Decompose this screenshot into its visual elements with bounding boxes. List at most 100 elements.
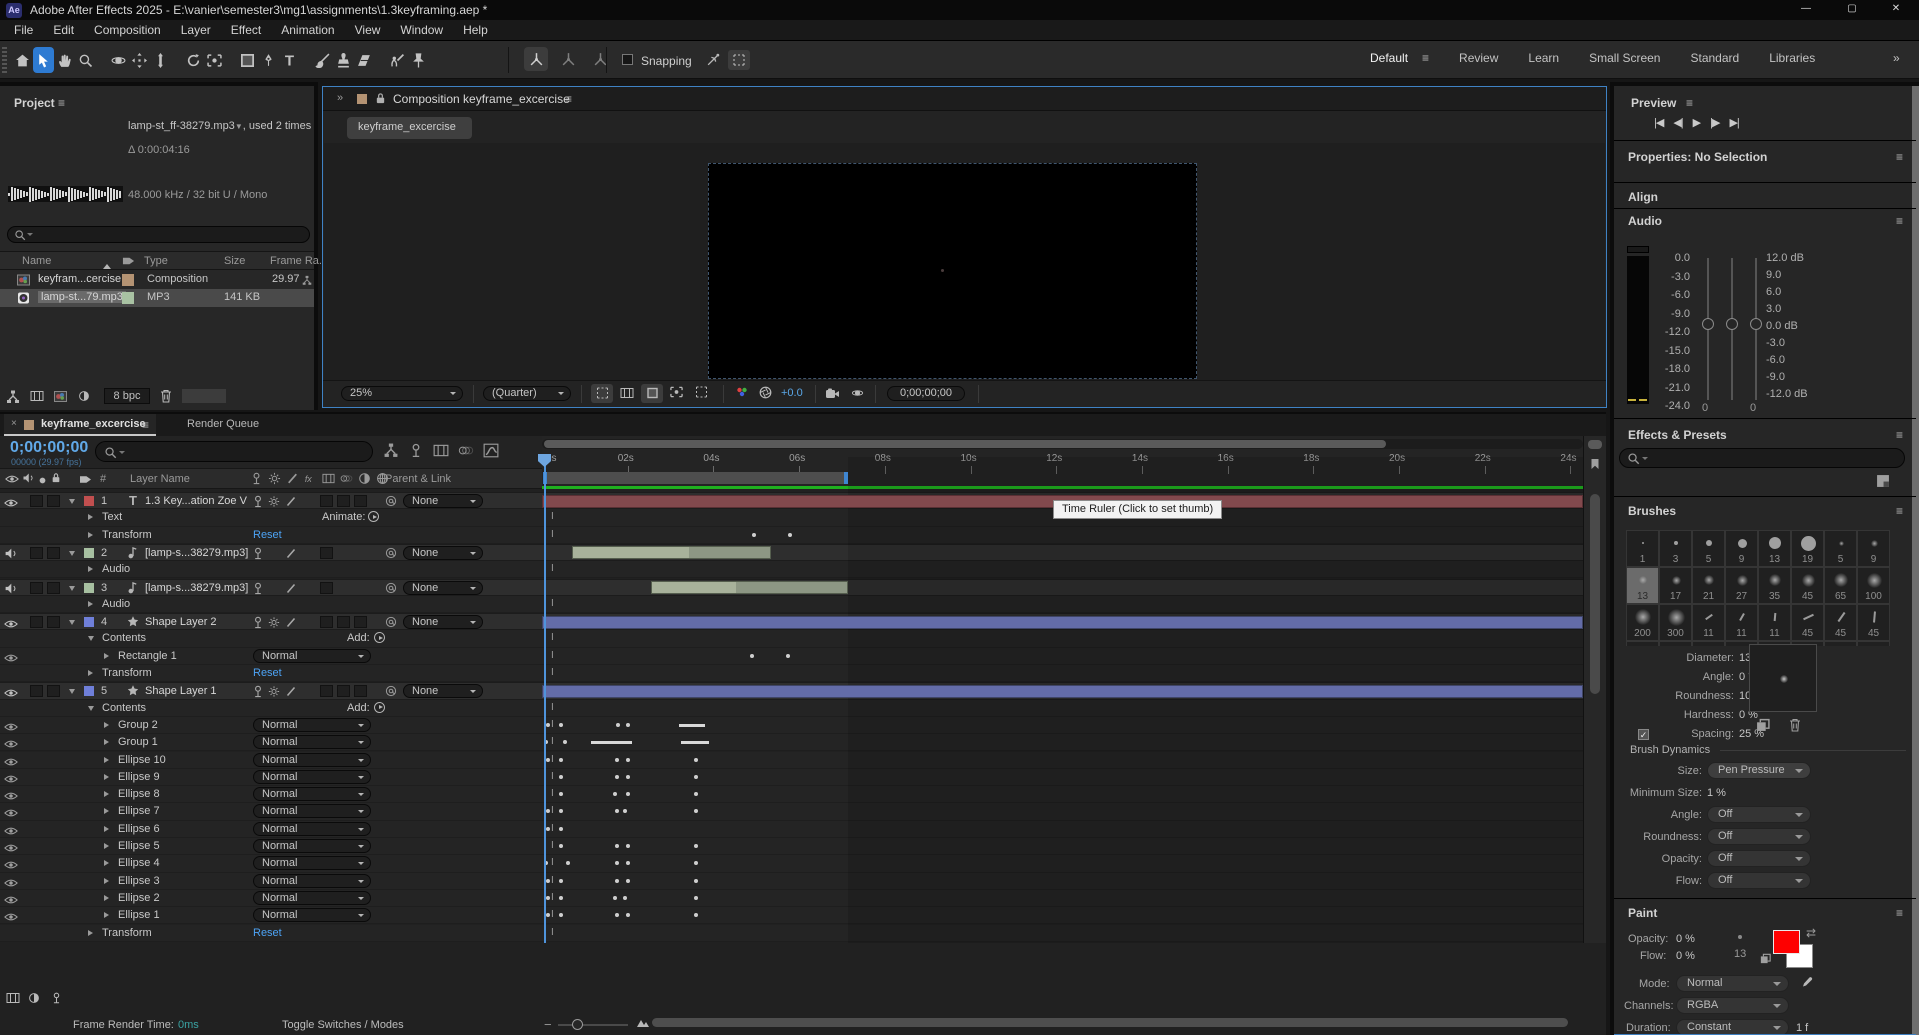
sun-switch-icon[interactable] xyxy=(268,616,280,629)
brush-swatch[interactable] xyxy=(1659,641,1692,646)
property-name[interactable]: Ellipse 4 xyxy=(118,857,160,869)
rotation-tool[interactable] xyxy=(183,47,204,73)
label-column-icon[interactable] xyxy=(122,255,135,267)
keyframe-dot[interactable] xyxy=(616,723,620,727)
blend-mode-dropdown[interactable]: Normal xyxy=(253,839,371,853)
keyframe-dot[interactable] xyxy=(694,792,698,796)
audio-speaker-icon[interactable] xyxy=(4,547,17,560)
parent-dropdown[interactable]: None xyxy=(403,581,483,595)
brush-tool[interactable] xyxy=(312,47,333,73)
slash-switch-icon[interactable] xyxy=(285,616,297,629)
expand-caret-icon[interactable] xyxy=(69,586,75,591)
menu-effect[interactable]: Effect xyxy=(221,21,271,39)
timeline-zoom-in-icon[interactable] xyxy=(636,1017,650,1029)
type-tool[interactable] xyxy=(279,47,300,73)
effects-new-panel-icon[interactable] xyxy=(1876,474,1890,488)
collapse-caret-icon[interactable] xyxy=(88,670,93,676)
property-name[interactable]: Ellipse 5 xyxy=(118,840,160,852)
right-scrollbar[interactable] xyxy=(1912,86,1919,1035)
keyframe-dot[interactable] xyxy=(615,861,619,865)
collapse-caret-icon[interactable] xyxy=(104,739,109,745)
parent-dropdown[interactable]: None xyxy=(403,494,483,508)
work-area-bar[interactable] xyxy=(543,472,848,484)
paint-channels-dropdown[interactable]: RGBA xyxy=(1676,997,1789,1014)
keyframe-dot[interactable] xyxy=(546,758,550,762)
effects-presets-menu-icon[interactable]: ≡ xyxy=(1896,428,1903,442)
unlock-icon[interactable] xyxy=(375,92,386,105)
effects-search-box[interactable] xyxy=(1619,448,1905,468)
workspace-libraries[interactable]: Libraries xyxy=(1769,51,1815,65)
local-axis-mode-icon[interactable] xyxy=(524,47,548,71)
keyframe-dot[interactable] xyxy=(559,827,563,831)
collapse-caret-icon[interactable] xyxy=(104,774,109,780)
property-name[interactable]: Ellipse 2 xyxy=(118,892,160,904)
dynamics-dropdown-roundness[interactable]: Off xyxy=(1707,828,1811,845)
switch-box[interactable] xyxy=(354,616,367,628)
snapshot-icon[interactable] xyxy=(825,387,840,399)
table-row[interactable]: lamp-st...79.mp3MP3141 KB xyxy=(0,289,314,307)
visibility-eye-icon[interactable] xyxy=(4,859,18,871)
timeline-tab-active[interactable]: × keyframe_excercise ≡ xyxy=(4,414,156,436)
add-menu-icon[interactable] xyxy=(374,702,385,713)
layer-row-1[interactable]: 11.3 Key...ation Zoe VNone xyxy=(0,492,1583,509)
brush-delete-icon[interactable] xyxy=(1789,718,1801,732)
keyframe-dot[interactable] xyxy=(546,896,550,900)
keyframe-dot[interactable] xyxy=(694,758,698,762)
timeline-tab-close-icon[interactable]: × xyxy=(11,418,17,429)
motion-blur-icon[interactable] xyxy=(458,443,474,458)
paint-duration-frames[interactable]: 1 f xyxy=(1796,1022,1808,1034)
visibility-eye-icon[interactable] xyxy=(4,807,18,819)
keyframe-dot[interactable] xyxy=(615,844,619,848)
keyframe-dot[interactable] xyxy=(626,879,630,883)
keyframe-dot[interactable] xyxy=(626,775,630,779)
audio-duration-bar[interactable] xyxy=(572,546,771,559)
brush-swatch[interactable]: 45 xyxy=(1824,604,1857,641)
close-button[interactable]: ✕ xyxy=(1876,3,1916,14)
brush-swatch[interactable]: 17 xyxy=(1659,567,1692,604)
switch-box[interactable] xyxy=(320,495,333,507)
brush-swatch[interactable]: 11 xyxy=(1725,604,1758,641)
shy-switch-icon[interactable] xyxy=(252,547,264,560)
keyframe-dot[interactable] xyxy=(546,913,550,917)
keyframe-dot[interactable] xyxy=(546,809,550,813)
column-header-type[interactable]: Type xyxy=(144,255,168,267)
keyframe-dot[interactable] xyxy=(559,723,563,727)
visibility-eye-icon[interactable] xyxy=(4,497,18,509)
parent-pickwhip-icon[interactable] xyxy=(385,616,397,628)
lock-box[interactable] xyxy=(47,685,60,697)
collapse-caret-icon[interactable] xyxy=(88,514,93,520)
collapse-caret-icon[interactable] xyxy=(104,826,109,832)
brush-swatch[interactable]: 65 xyxy=(1824,567,1857,604)
property-name[interactable]: Rectangle 1 xyxy=(118,650,177,662)
slash-switch-icon[interactable] xyxy=(285,495,297,508)
blend-mode-dropdown[interactable]: Normal xyxy=(253,804,371,818)
keyframe-dot[interactable] xyxy=(546,879,550,883)
toggle-inout-panes-icon[interactable] xyxy=(50,992,63,1004)
keyframe-dot[interactable] xyxy=(559,844,563,848)
composition-mini-flowchart-icon[interactable] xyxy=(383,443,399,458)
exposure-value[interactable]: +0.0 xyxy=(781,387,803,399)
panel-overflow-chevron[interactable]: » xyxy=(337,92,343,104)
property-name[interactable]: Ellipse 10 xyxy=(118,754,166,766)
label-chip[interactable] xyxy=(122,274,134,286)
keyframe-run[interactable] xyxy=(679,724,705,727)
menu-help[interactable]: Help xyxy=(453,21,498,39)
toggle-transfer-controls-icon[interactable] xyxy=(28,992,40,1004)
keyframe-dot[interactable] xyxy=(559,913,563,917)
collapse-caret-icon[interactable] xyxy=(104,757,109,763)
crop-region-icon[interactable] xyxy=(695,386,708,398)
brush-swatch[interactable]: 45 xyxy=(1791,567,1824,604)
keyframe-dot[interactable] xyxy=(563,740,567,744)
snapping-checkbox[interactable] xyxy=(622,54,633,65)
blend-mode-dropdown[interactable]: Normal xyxy=(253,822,371,836)
rectangle-tool[interactable] xyxy=(237,47,258,73)
keyframe-dot[interactable] xyxy=(623,896,627,900)
keyframe-dot[interactable] xyxy=(694,913,698,917)
layer-label-chip[interactable] xyxy=(84,548,94,558)
keyframe-dot[interactable] xyxy=(626,913,630,917)
solo-box[interactable] xyxy=(30,495,43,507)
collapse-caret-icon[interactable] xyxy=(104,808,109,814)
collapse-caret-icon[interactable] xyxy=(104,843,109,849)
timeline-search-box[interactable] xyxy=(95,441,373,462)
property-name[interactable]: Group 1 xyxy=(118,736,158,748)
